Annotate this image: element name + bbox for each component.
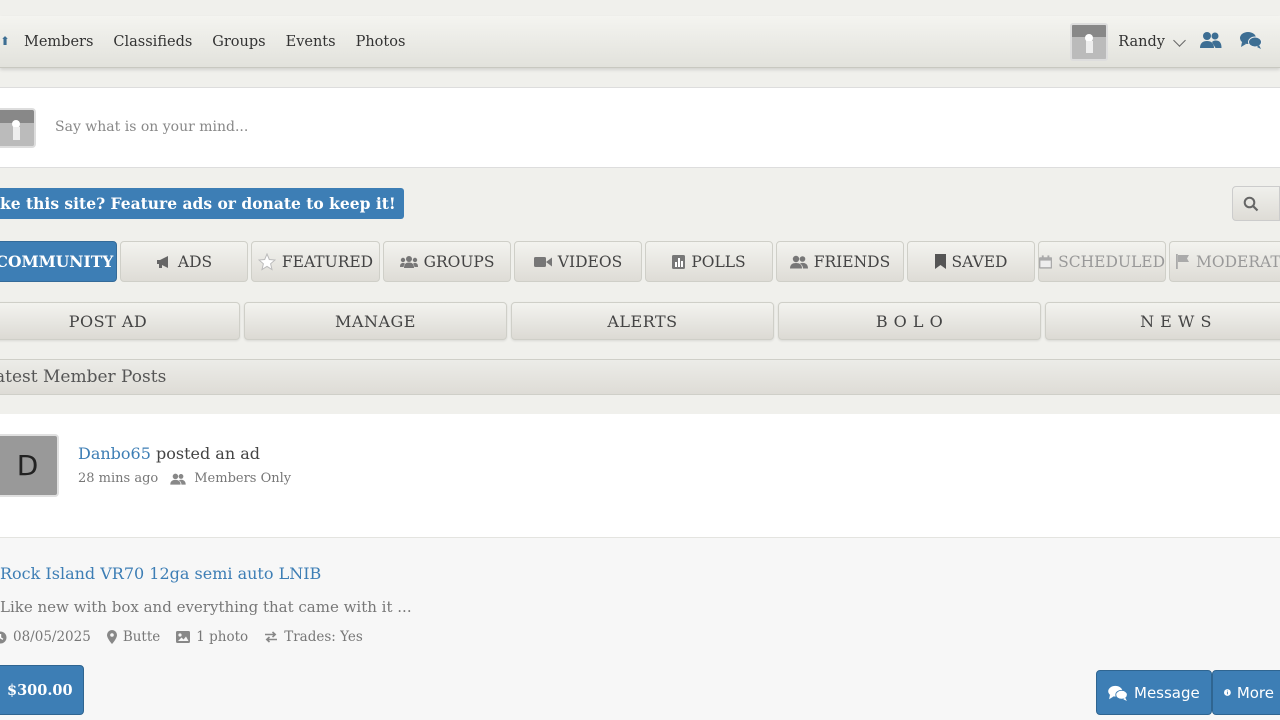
- more-button[interactable]: More: [1212, 670, 1280, 715]
- tab-ads[interactable]: ADS: [120, 241, 248, 282]
- tab-label: POLLS: [691, 252, 746, 271]
- author-avatar[interactable]: D: [0, 434, 59, 497]
- user-name[interactable]: Randy: [1118, 34, 1165, 50]
- message-button[interactable]: Message: [1096, 670, 1212, 715]
- nav-photos[interactable]: Photos: [356, 34, 406, 50]
- tab-label: COMMUNITY: [0, 252, 114, 271]
- ad-photo-count[interactable]: 1 photo: [196, 629, 248, 645]
- tab-label: GROUPS: [423, 252, 495, 271]
- classifieds-subnav: POST AD MANAGE ALERTS B O L O N E W S: [0, 302, 1280, 340]
- message-label: Message: [1134, 683, 1200, 702]
- ad-photos-group: 1 photo: [176, 629, 248, 645]
- tab-featured[interactable]: FEATURED: [251, 241, 380, 282]
- clock-icon: [0, 631, 7, 643]
- nav-members[interactable]: Members: [24, 34, 93, 50]
- more-label: More: [1236, 683, 1274, 702]
- exchange-icon: [265, 631, 278, 643]
- poll-icon: [672, 254, 686, 269]
- chat-icon[interactable]: [1240, 31, 1262, 53]
- ad-trades: Trades: Yes: [284, 629, 363, 645]
- map-pin-icon: [106, 630, 117, 644]
- search-icon: [1243, 196, 1259, 212]
- ad-date-group: 08/05/2025: [0, 629, 91, 645]
- tab-label: FEATURED: [281, 252, 374, 271]
- video-icon: [533, 256, 552, 267]
- tab-scheduled[interactable]: SCHEDULED: [1038, 241, 1166, 282]
- nav-events[interactable]: Events: [286, 34, 336, 50]
- home-icon[interactable]: ⬆: [0, 34, 10, 50]
- section-header: atest Member Posts: [0, 359, 1280, 395]
- tab-saved[interactable]: SAVED: [907, 241, 1035, 282]
- tab-friends[interactable]: FRIENDS: [776, 241, 904, 282]
- megaphone-icon: [156, 255, 168, 268]
- user-avatar[interactable]: [1070, 23, 1109, 61]
- tab-community[interactable]: COMMUNITY: [0, 241, 117, 282]
- nav-classifieds[interactable]: Classifieds: [113, 34, 192, 50]
- ad-location: Butte: [122, 629, 161, 645]
- news-button[interactable]: N E W S: [1045, 302, 1280, 340]
- manage-button[interactable]: MANAGE: [244, 302, 507, 340]
- post-header: Danbo65 posted an ad: [78, 444, 260, 463]
- friends-icon[interactable]: [1200, 31, 1222, 53]
- chat-icon: [1108, 685, 1128, 701]
- tab-label: SAVED: [951, 252, 1008, 271]
- composer-avatar: [0, 108, 36, 148]
- status-composer: Say what is on your mind...: [0, 87, 1280, 168]
- post-meta: 28 mins ago Members Only: [78, 471, 291, 486]
- alerts-button[interactable]: ALERTS: [511, 302, 774, 340]
- post-ad-button[interactable]: POST AD: [0, 302, 240, 340]
- user-menu: Randy: [1070, 16, 1280, 68]
- feed-tabs: COMMUNITY ADS FEATURED GROUPS VIDEOS POL…: [0, 241, 1280, 282]
- friends-icon: [789, 255, 808, 268]
- chevron-down-icon[interactable]: [1173, 33, 1186, 47]
- ad-location-group: Butte: [106, 629, 161, 645]
- image-icon: [176, 631, 191, 643]
- tab-polls[interactable]: POLLS: [645, 241, 773, 282]
- bookmark-icon: [934, 254, 946, 269]
- tab-label: VIDEOS: [557, 252, 623, 271]
- flag-icon: [1176, 254, 1189, 269]
- post-action: posted an ad: [150, 444, 261, 463]
- star-icon: [257, 252, 276, 271]
- section-title: atest Member Posts: [0, 367, 167, 387]
- author-link[interactable]: Danbo65: [78, 444, 151, 463]
- info-icon: [1224, 689, 1231, 696]
- tab-label: SCHEDULED: [1058, 252, 1165, 271]
- ad-date: 08/05/2025: [13, 629, 91, 645]
- ad-trades-group: Trades: Yes: [264, 629, 363, 645]
- tab-label: FRIENDS: [813, 252, 891, 271]
- members-icon: [170, 473, 186, 485]
- tab-label: ADS: [177, 252, 213, 271]
- search-button[interactable]: [1232, 186, 1280, 221]
- users-icon: [399, 255, 418, 268]
- top-navbar: ⬆ Members Classifieds Groups Events Phot…: [0, 16, 1280, 68]
- donate-banner[interactable]: ke this site? Feature ads or donate to k…: [0, 188, 404, 219]
- tab-groups[interactable]: GROUPS: [383, 241, 511, 282]
- bolo-button[interactable]: B O L O: [778, 302, 1041, 340]
- calendar-icon: [1039, 254, 1053, 269]
- post-time[interactable]: 28 mins ago: [78, 471, 158, 486]
- composer-input[interactable]: Say what is on your mind...: [55, 119, 248, 135]
- post-visibility: Members Only: [194, 471, 292, 486]
- price-badge[interactable]: $300.00: [0, 665, 84, 715]
- ad-description: Like new with box and everything that ca…: [0, 598, 412, 616]
- feed-post: D Danbo65 posted an ad 28 mins ago Membe…: [0, 414, 1280, 538]
- ad-meta: 08/05/2025 Butte 1 photo Trades: Yes: [0, 629, 373, 645]
- tab-moderation[interactable]: MODERATI: [1169, 241, 1280, 282]
- ad-card: Rock Island VR70 12ga semi auto LNIB Lik…: [0, 538, 1280, 720]
- ad-title[interactable]: Rock Island VR70 12ga semi auto LNIB: [0, 564, 321, 583]
- nav-groups[interactable]: Groups: [212, 34, 265, 50]
- tab-label: MODERATI: [1196, 252, 1280, 271]
- main-nav: Members Classifieds Groups Events Photos: [24, 16, 405, 68]
- tab-videos[interactable]: VIDEOS: [514, 241, 642, 282]
